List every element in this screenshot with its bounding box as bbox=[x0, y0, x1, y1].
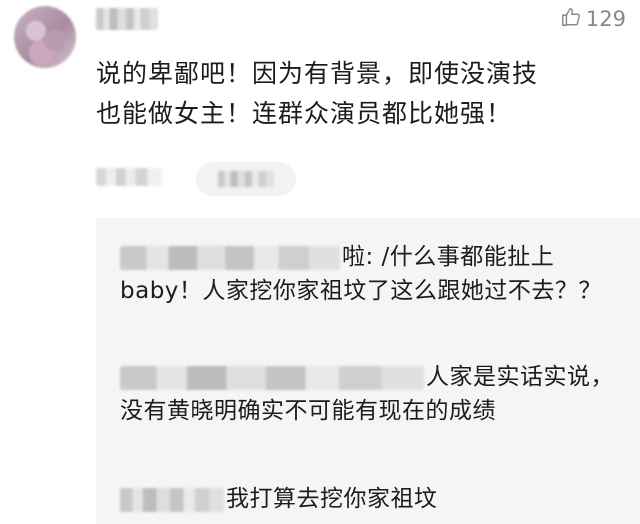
reply-button-label bbox=[218, 171, 274, 187]
reply-text: 我打算去挖你家祖坟 bbox=[226, 486, 438, 512]
reply-item[interactable]: 人家是实话实说，没有黄晓明确实不可能有现在的成绩 bbox=[120, 360, 620, 428]
reply-username[interactable] bbox=[120, 365, 424, 390]
username[interactable] bbox=[96, 8, 158, 30]
reply-username[interactable] bbox=[120, 487, 224, 512]
replies-thread: 啦: /什么事都能扯上baby！人家挖你家祖坟了这么跟她过不去？？ 人家是实话实… bbox=[96, 218, 640, 524]
like-count: 129 bbox=[585, 7, 626, 31]
reply-item[interactable]: 啦: /什么事都能扯上baby！人家挖你家祖坟了这么跟她过不去？？ bbox=[120, 240, 620, 308]
comment-timestamp bbox=[96, 166, 162, 188]
reply-button[interactable] bbox=[196, 162, 296, 196]
comment-text: 说的卑鄙吧！因为有背景，即使没演技 也能做女主！连群众演员都比她强！ bbox=[96, 59, 539, 128]
reply-item[interactable]: 我打算去挖你家祖坟 bbox=[120, 482, 620, 516]
avatar[interactable] bbox=[14, 6, 76, 68]
reply-username[interactable] bbox=[120, 245, 340, 270]
like-button[interactable]: 129 bbox=[560, 6, 626, 32]
thumbs-up-icon bbox=[560, 6, 582, 32]
